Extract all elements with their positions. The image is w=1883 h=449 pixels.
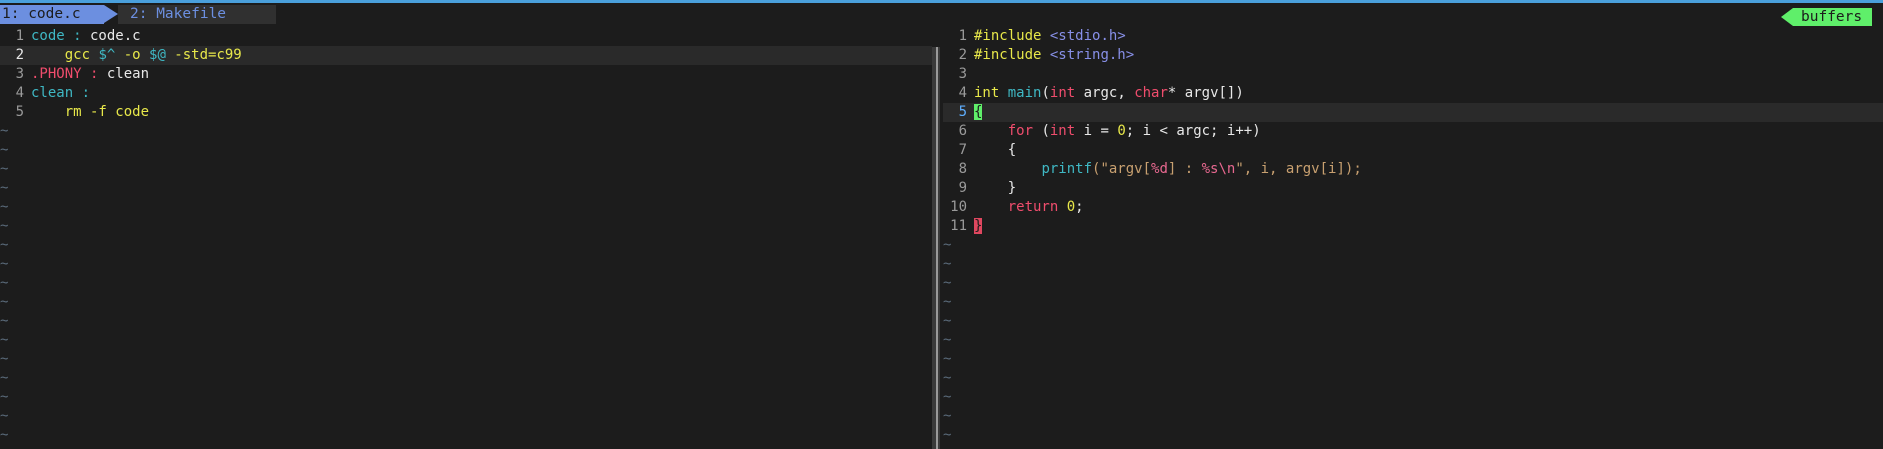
code-line[interactable]: 2 #include <string.h>	[943, 46, 1883, 65]
line-number: 5	[15, 104, 24, 120]
line-number: 8	[958, 161, 967, 177]
line-number: 2	[15, 47, 24, 63]
code-line[interactable]: 4 int main(int argc, char* argv[])	[943, 84, 1883, 103]
tab-code-c[interactable]: 1: code.c	[0, 5, 104, 24]
code-line[interactable]: 7 {	[943, 141, 1883, 160]
empty-line-tilde: ~	[943, 313, 952, 329]
matching-brace-open: {	[974, 104, 983, 120]
empty-line-tilde: ~	[943, 370, 952, 386]
code-line[interactable]: 10 return 0;	[943, 198, 1883, 217]
code-line[interactable]: 3 .PHONY : clean	[0, 65, 932, 84]
line-number: 7	[958, 142, 967, 158]
empty-line-tilde: ~	[0, 142, 9, 158]
vertical-split-handle[interactable]	[936, 47, 938, 449]
empty-line-tilde: ~	[943, 389, 952, 405]
code-line-current[interactable]: 2 gcc $^ -o $@ -std=c99	[0, 46, 932, 65]
empty-line-tilde: ~	[943, 275, 952, 291]
empty-line-tilde: ~	[0, 313, 9, 329]
empty-line-tilde: ~	[943, 351, 952, 367]
empty-line-tilde: ~	[0, 370, 9, 386]
empty-line-tilde: ~	[0, 275, 9, 291]
empty-line-tilde: ~	[0, 256, 9, 272]
tab-makefile[interactable]: 2: Makefile	[118, 5, 276, 24]
line-number: 1	[958, 28, 967, 44]
empty-line-tilde: ~	[943, 237, 952, 253]
empty-line-tilde: ~	[0, 237, 9, 253]
empty-line-tilde: ~	[0, 351, 9, 367]
buffers-label[interactable]: buffers	[1793, 8, 1873, 26]
line-number: 4	[15, 85, 24, 101]
buffers-arrow	[1781, 8, 1793, 26]
empty-line-tilde: ~	[0, 123, 9, 139]
empty-line-tilde: ~	[0, 180, 9, 196]
tab-separator-arrow	[104, 5, 118, 23]
code-line[interactable]: 6 for (int i = 0; i < argc; i++)	[943, 122, 1883, 141]
code-line[interactable]: 1 #include <stdio.h>	[943, 27, 1883, 46]
line-number: 3	[958, 66, 967, 82]
line-number: 10	[950, 199, 967, 215]
line-number: 3	[15, 66, 24, 82]
empty-line-tilde: ~	[0, 161, 9, 177]
matching-brace-close: }	[974, 218, 983, 234]
code-line[interactable]: 11}	[943, 217, 1883, 236]
empty-line-tilde: ~	[943, 294, 952, 310]
code-line[interactable]: 8 printf("argv[%d] : %s\n", i, argv[i]);	[943, 160, 1883, 179]
line-number: 6	[958, 123, 967, 139]
code-line[interactable]: 4 clean :	[0, 84, 932, 103]
tabline	[0, 3, 1883, 24]
code-line[interactable]: 9 }	[943, 179, 1883, 198]
editor-pane-code-c[interactable]: 1 #include <stdio.h> 2 #include <string.h>…	[943, 27, 1883, 449]
empty-line-tilde: ~	[0, 427, 9, 443]
line-number: 9	[958, 180, 967, 196]
code-line[interactable]: 5 rm -f code	[0, 103, 932, 122]
line-number: 2	[958, 47, 967, 63]
line-number: 5	[958, 104, 967, 120]
code-line-current[interactable]: 5{	[943, 103, 1883, 122]
empty-line-tilde: ~	[943, 332, 952, 348]
line-number: 1	[15, 28, 24, 44]
editor-pane-makefile[interactable]: 1 code : code.c 2 gcc $^ -o $@ -std=c99 3…	[0, 27, 932, 449]
empty-line-tilde: ~	[943, 427, 952, 443]
empty-line-tilde: ~	[943, 256, 952, 272]
empty-line-tilde: ~	[0, 294, 9, 310]
empty-line-tilde: ~	[0, 332, 9, 348]
tab-separator-arrow	[264, 5, 276, 23]
line-number: 11	[950, 218, 967, 234]
code-line[interactable]: 3	[943, 65, 1883, 84]
empty-line-tilde: ~	[943, 408, 952, 424]
empty-line-tilde: ~	[0, 389, 9, 405]
code-line[interactable]: 1 code : code.c	[0, 27, 932, 46]
empty-line-tilde: ~	[0, 408, 9, 424]
empty-line-tilde: ~	[0, 199, 9, 215]
empty-line-tilde: ~	[0, 218, 9, 234]
line-number: 4	[958, 85, 967, 101]
